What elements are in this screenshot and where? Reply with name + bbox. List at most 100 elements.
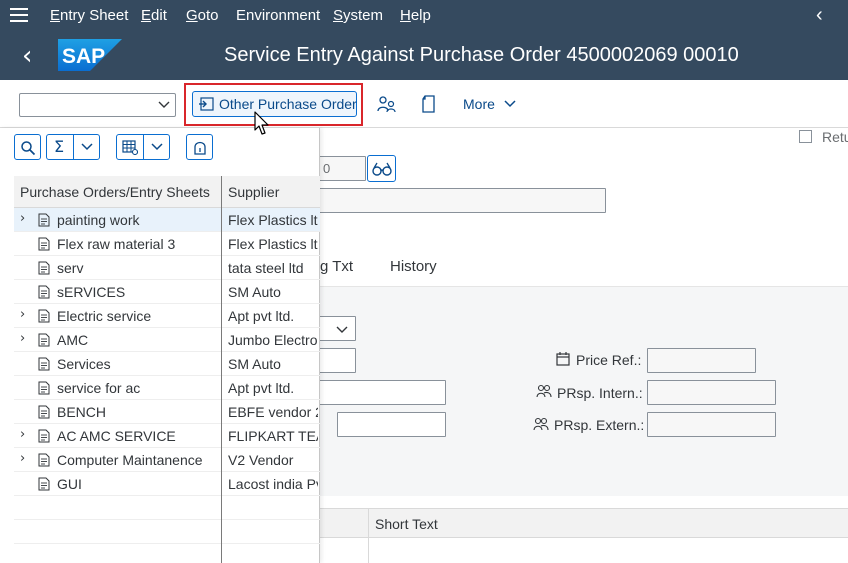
text-field-2[interactable] [337, 412, 446, 437]
menu-bar: Entry Sheet Edit Goto Environment System… [0, 0, 848, 32]
glasses-icon [372, 162, 392, 176]
menu-goto[interactable]: Goto [186, 7, 219, 24]
persons-icon [536, 384, 552, 398]
column-header-documents[interactable]: Purchase Orders/Entry Sheets [20, 184, 210, 200]
list-item[interactable]: GUI Lacost india Pv [14, 472, 320, 496]
column-header-supplier[interactable]: Supplier [228, 184, 279, 200]
expand-chevron-icon[interactable]: › [20, 451, 25, 466]
document-icon [38, 333, 50, 347]
sigma-icon: Σ [54, 137, 65, 156]
list-item[interactable]: › AC AMC SERVICE FLIPKART TEA [14, 424, 320, 448]
list-item[interactable]: › painting work Flex Plastics ltd [14, 208, 320, 232]
table-settings-icon [122, 140, 138, 155]
date-field[interactable] [318, 348, 356, 373]
other-purchase-order-label: Other Purchase Order [219, 96, 357, 112]
document-name: Services [57, 356, 111, 372]
document-name: sERVICES [57, 284, 126, 300]
supplier-name: EBFE vendor 2 [228, 404, 318, 420]
other-purchase-order-button[interactable]: Other Purchase Order [192, 91, 357, 117]
document-icon [38, 309, 50, 323]
document-name: Flex raw material 3 [57, 236, 176, 252]
switch-document-icon [199, 97, 214, 111]
menu-system[interactable]: System [333, 7, 383, 24]
list-item[interactable]: serv tata steel ltd [14, 256, 320, 280]
document-name: GUI [57, 476, 82, 492]
document-name: Electric service [57, 308, 152, 324]
returns-label: Retu [822, 129, 848, 145]
chevron-down-icon[interactable] [80, 141, 94, 153]
list-item[interactable]: sERVICES SM Auto [14, 280, 320, 304]
supplier-name: Apt pvt ltd. [228, 308, 295, 324]
type-dropdown[interactable] [318, 316, 356, 341]
price-ref-field[interactable] [647, 348, 756, 373]
price-ref-label: Price Ref.: [576, 352, 642, 368]
document-name: BENCH [57, 404, 107, 420]
list-item[interactable]: › Electric service Apt pvt ltd. [14, 304, 320, 328]
list-item[interactable]: BENCH EBFE vendor 2 [14, 400, 320, 424]
page-title: Service Entry Against Purchase Order 450… [224, 44, 739, 66]
export-icon [194, 141, 206, 155]
text-field-1[interactable] [318, 380, 446, 405]
find-button[interactable] [14, 134, 41, 160]
sap-logo-text: SAP [62, 45, 105, 68]
prsp-extern-field[interactable] [647, 412, 776, 437]
short-text-header[interactable]: Short Text [375, 516, 438, 532]
document-icon [38, 285, 50, 299]
document-name: serv [57, 260, 84, 276]
supplier-name: Jumbo Electro [228, 332, 318, 348]
display-button[interactable] [367, 155, 396, 182]
list-item[interactable]: › Computer Maintanence V2 Vendor [14, 448, 320, 472]
document-icon [38, 213, 50, 227]
menu-entry-sheet[interactable]: Entry Sheet [50, 7, 128, 24]
document-icon [38, 453, 50, 467]
tab-long-text[interactable]: g Txt [320, 258, 353, 275]
layout-button[interactable] [116, 134, 170, 160]
chevron-down-icon[interactable] [157, 97, 171, 111]
calendar-icon [556, 352, 570, 366]
chevron-down-icon [504, 100, 516, 108]
list-item[interactable]: Flex raw material 3 Flex Plastics ltd [14, 232, 320, 256]
tab-history[interactable]: History [390, 258, 437, 275]
sum-button[interactable]: Σ [46, 134, 100, 160]
menu-help[interactable]: Help [400, 7, 431, 24]
returns-checkbox[interactable] [799, 130, 812, 143]
supplier-name: V2 Vendor [228, 452, 294, 468]
prsp-extern-label: PRsp. Extern.: [554, 417, 645, 433]
hamburger-menu-icon[interactable] [10, 8, 30, 24]
split-divider [73, 135, 74, 159]
expand-chevron-icon[interactable]: › [20, 307, 25, 322]
list-item[interactable]: › AMC Jumbo Electro [14, 328, 320, 352]
menu-edit[interactable]: Edit [141, 7, 167, 24]
chevron-down-icon[interactable] [150, 141, 164, 153]
menu-environment[interactable]: Environment [236, 7, 320, 24]
chevron-down-icon[interactable] [335, 322, 349, 336]
command-field[interactable] [19, 93, 176, 117]
document-icon [38, 405, 50, 419]
title-bar: ‹ SAP Service Entry Against Purchase Ord… [0, 32, 848, 80]
list-item[interactable]: Services SM Auto [14, 352, 320, 376]
document-name: AMC [57, 332, 89, 348]
document-icon[interactable] [421, 95, 437, 113]
document-icon [38, 357, 50, 371]
prsp-intern-field[interactable] [647, 380, 776, 405]
expand-chevron-icon[interactable]: › [20, 331, 25, 346]
chevron-left-icon[interactable]: ‹ [816, 4, 823, 27]
empty-row [14, 496, 320, 520]
document-icon [38, 237, 50, 251]
back-icon[interactable]: ‹ [22, 41, 32, 71]
expand-chevron-icon[interactable]: › [20, 211, 25, 226]
expand-chevron-icon[interactable]: › [20, 427, 25, 442]
supplier-name: Flex Plastics ltd [228, 236, 318, 252]
list-item[interactable]: service for ac Apt pvt ltd. [14, 376, 320, 400]
supplier-name: SM Auto [228, 284, 281, 300]
more-button[interactable]: More [463, 96, 517, 112]
po-description-field[interactable] [300, 188, 606, 213]
export-button[interactable] [186, 134, 213, 160]
more-label: More [463, 96, 495, 112]
column-divider [221, 176, 222, 563]
persons-icon [533, 417, 549, 431]
users-switch-icon[interactable] [377, 95, 397, 113]
supplier-name: Lacost india Pv [228, 476, 318, 492]
document-name: AC AMC SERVICE [57, 428, 176, 444]
empty-row [14, 520, 320, 544]
